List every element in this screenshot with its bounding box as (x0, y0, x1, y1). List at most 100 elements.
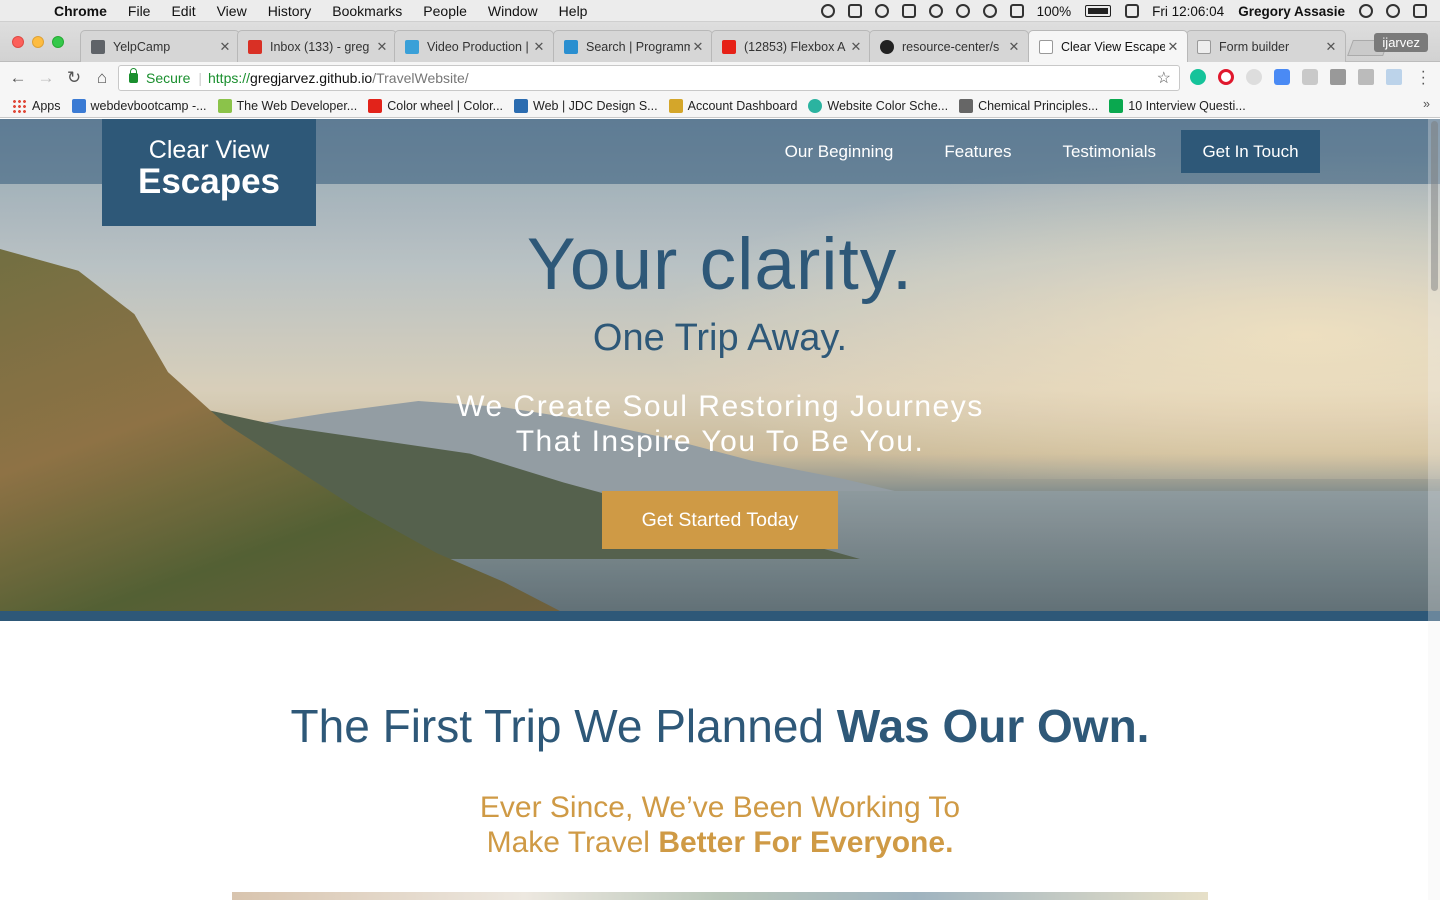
translate-extension-icon[interactable] (1274, 69, 1290, 85)
tab-close-icon[interactable]: ✕ (690, 39, 706, 55)
dropbox-icon[interactable] (847, 4, 862, 18)
bookmark-chemical-principles[interactable]: Chemical Principles... (959, 98, 1099, 113)
book-favicon-icon (959, 98, 974, 113)
extensions-area (1190, 69, 1414, 85)
tab-form-builder[interactable]: Form builder ✕ (1186, 30, 1346, 62)
reload-icon[interactable]: ↻ (60, 68, 88, 88)
tab-title: (12853) Flexbox A (744, 39, 846, 54)
scrollbar-thumb[interactable] (1431, 121, 1438, 291)
bookmark-label: Chemical Principles... (978, 98, 1099, 113)
bookmark-label: Web | JDC Design S... (533, 98, 658, 113)
video-favicon-icon (405, 39, 419, 54)
window-manager-icon[interactable] (901, 4, 916, 18)
tab-close-icon[interactable]: ✕ (1323, 39, 1339, 55)
section-title-light: The First Trip We Planned (290, 700, 837, 752)
bookmark-star-icon[interactable]: ☆ (1157, 68, 1171, 88)
spotlight-search-icon[interactable] (1359, 4, 1373, 18)
accessibility-icon[interactable] (874, 4, 889, 18)
tab-close-icon[interactable]: ✕ (374, 39, 390, 55)
page-favicon-icon (1039, 39, 1053, 54)
tab-close-icon[interactable]: ✕ (217, 39, 233, 55)
nav-our-beginning[interactable]: Our Beginning (785, 142, 894, 162)
notification-center-icon[interactable] (1413, 4, 1427, 18)
grammarly-extension-icon[interactable] (1190, 69, 1206, 85)
bookmark-interview-questions[interactable]: 10 Interview Questi... (1109, 98, 1246, 113)
nav-testimonials[interactable]: Testimonials (1062, 142, 1156, 162)
bookmark-web-developer[interactable]: The Web Developer... (217, 98, 358, 113)
back-arrow-icon[interactable]: ← (4, 68, 32, 88)
hero-bottom-border (0, 611, 1440, 621)
menu-bookmarks[interactable]: Bookmarks (332, 3, 402, 19)
bookmark-label: Website Color Sche... (827, 98, 949, 113)
battery-percent: 100% (1036, 3, 1072, 19)
menu-edit[interactable]: Edit (171, 3, 195, 19)
get-in-touch-button[interactable]: Get In Touch (1181, 130, 1320, 173)
tab-yelpcamp[interactable]: YelpCamp ✕ (80, 30, 240, 62)
github-favicon-icon (880, 39, 894, 54)
menu-history[interactable]: History (268, 3, 312, 19)
wifi-icon[interactable] (982, 4, 997, 18)
window-minimize-button[interactable] (32, 36, 44, 48)
menubar-clock[interactable]: Fri 12:06:04 (1152, 4, 1224, 19)
menu-help[interactable]: Help (559, 3, 588, 19)
menubar-user[interactable]: Gregory Assasie (1238, 4, 1345, 19)
section-title-bold: Was Our Own. (836, 700, 1150, 752)
site-nav: Our Beginning Features Testimonials Get … (734, 130, 1320, 173)
bookmark-jdc-design[interactable]: Web | JDC Design S... (514, 98, 658, 113)
airplay-icon[interactable] (1009, 4, 1024, 18)
menu-window[interactable]: Window (488, 3, 538, 19)
tab-inbox[interactable]: Inbox (133) - greg ✕ (237, 30, 397, 62)
address-bar[interactable]: Secure | https:// gregjarvez.github.io /… (118, 65, 1180, 91)
tab-youtube-flexbox[interactable]: (12853) Flexbox A ✕ (711, 30, 871, 62)
grid-extension-icon[interactable] (1302, 69, 1318, 85)
bookmark-webdevbootcamp[interactable]: webdevbootcamp -... (71, 98, 207, 113)
page-favicon-icon (1197, 39, 1211, 54)
canva-favicon-icon (808, 98, 823, 113)
tab-video-production[interactable]: Video Production | ✕ (394, 30, 554, 62)
json-extension-icon[interactable] (1246, 69, 1262, 85)
page-scrollbar[interactable] (1428, 119, 1440, 900)
tab-search-programmable[interactable]: Search | Programm ✕ (553, 30, 713, 62)
bookmark-account-dashboard[interactable]: Account Dashboard (668, 98, 797, 113)
bookmark-label: The Web Developer... (236, 98, 358, 113)
dropbox-extension-icon[interactable] (1386, 69, 1402, 85)
nav-features[interactable]: Features (944, 142, 1011, 162)
tab-close-icon[interactable]: ✕ (531, 39, 547, 55)
time-machine-icon[interactable] (928, 4, 943, 18)
bookmark-color-wheel[interactable]: Color wheel | Color... (368, 98, 503, 113)
tab-title: Clear View Escape (1061, 39, 1165, 54)
jb-extension-icon[interactable] (1330, 69, 1346, 85)
window-zoom-button[interactable] (52, 36, 64, 48)
sitemap-extension-icon[interactable] (1358, 69, 1374, 85)
forward-arrow-icon[interactable]: → (32, 68, 60, 88)
logo-line-2: Escapes (137, 162, 281, 201)
url-path: /TravelWebsite/ (372, 70, 469, 86)
bookmark-label: Apps (32, 98, 61, 113)
menu-file[interactable]: File (128, 3, 151, 19)
tab-github-resource-center[interactable]: resource-center/s ✕ (869, 30, 1029, 62)
battery-icon[interactable] (1085, 5, 1112, 17)
creative-cloud-icon[interactable] (820, 4, 835, 18)
chrome-menu-icon[interactable]: · · · (1421, 64, 1426, 92)
profile-button[interactable]: ijarvez (1374, 33, 1428, 52)
keyboard-input-icon[interactable] (1125, 4, 1140, 18)
tab-close-icon[interactable]: ✕ (1165, 39, 1181, 55)
tab-clear-view-escapes[interactable]: Clear View Escape ✕ (1028, 30, 1188, 62)
window-close-button[interactable] (12, 36, 24, 48)
bluetooth-icon[interactable] (955, 4, 970, 18)
tab-close-icon[interactable]: ✕ (1006, 39, 1022, 55)
siri-icon[interactable] (1386, 4, 1400, 18)
opera-extension-icon[interactable] (1218, 69, 1234, 85)
menu-app-chrome[interactable]: Chrome (54, 3, 107, 19)
tab-close-icon[interactable]: ✕ (848, 39, 864, 55)
get-started-button[interactable]: Get Started Today (602, 491, 838, 549)
bookmarks-overflow-icon[interactable]: » (1423, 97, 1430, 111)
home-icon[interactable]: ⌂ (88, 68, 116, 88)
code-favicon-icon (91, 39, 105, 54)
site-logo[interactable]: Clear View Escapes (102, 119, 316, 226)
menu-view[interactable]: View (217, 3, 247, 19)
bookmark-apps[interactable]: Apps (12, 98, 61, 113)
bookmark-website-color-schemes[interactable]: Website Color Sche... (808, 98, 949, 113)
menu-people[interactable]: People (423, 3, 467, 19)
section-subtitle-light: Make Travel (486, 826, 659, 859)
